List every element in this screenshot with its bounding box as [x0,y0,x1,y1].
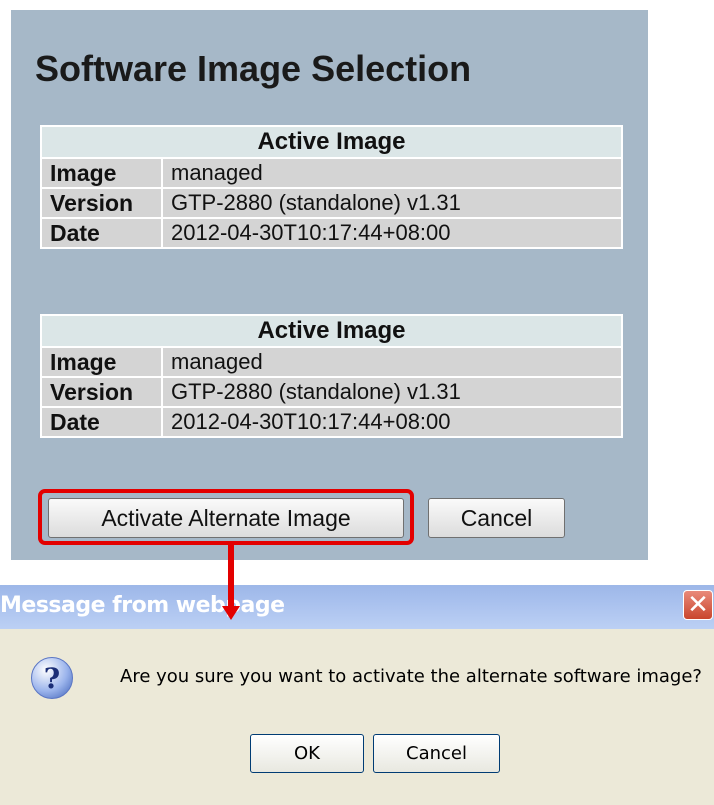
table-row: Date 2012-04-30T10:17:44+08:00 [42,219,621,247]
row-value: 2012-04-30T10:17:44+08:00 [163,408,621,436]
software-image-panel: Software Image Selection Active Image Im… [11,10,648,560]
dialog-title: Message from webpage [0,593,285,618]
row-value: 2012-04-30T10:17:44+08:00 [163,219,621,247]
table-header: Active Image [42,316,621,346]
dialog-cancel-button[interactable]: Cancel [373,734,500,773]
row-label: Image [42,348,161,376]
table-row: Version GTP-2880 (standalone) v1.31 [42,189,621,217]
page-title: Software Image Selection [35,48,472,89]
row-label: Version [42,378,161,406]
callout-arrow-head [222,606,240,620]
callout-arrow-line [228,545,234,585]
table-row: Version GTP-2880 (standalone) v1.31 [42,378,621,406]
row-label: Version [42,189,161,217]
confirm-dialog: Message from webpage ✕ ? Are you sure yo… [0,585,714,805]
cancel-button[interactable]: Cancel [428,498,565,538]
ok-button[interactable]: OK [250,734,364,773]
row-value: managed [163,348,621,376]
row-label: Date [42,219,161,247]
highlight-callout [38,489,414,545]
alternate-image-table: Active Image Image managed Version GTP-2… [40,314,623,438]
row-label: Image [42,159,161,187]
row-value: GTP-2880 (standalone) v1.31 [163,378,621,406]
dialog-titlebar: Message from webpage ✕ [0,585,714,629]
table-header: Active Image [42,127,621,157]
table-row: Image managed [42,348,621,376]
row-value: GTP-2880 (standalone) v1.31 [163,189,621,217]
row-label: Date [42,408,161,436]
row-value: managed [163,159,621,187]
table-row: Image managed [42,159,621,187]
close-icon[interactable]: ✕ [683,590,713,620]
table-row: Date 2012-04-30T10:17:44+08:00 [42,408,621,436]
dialog-message: Are you sure you want to activate the al… [120,666,702,687]
question-icon: ? [31,657,73,699]
active-image-table: Active Image Image managed Version GTP-2… [40,125,623,249]
